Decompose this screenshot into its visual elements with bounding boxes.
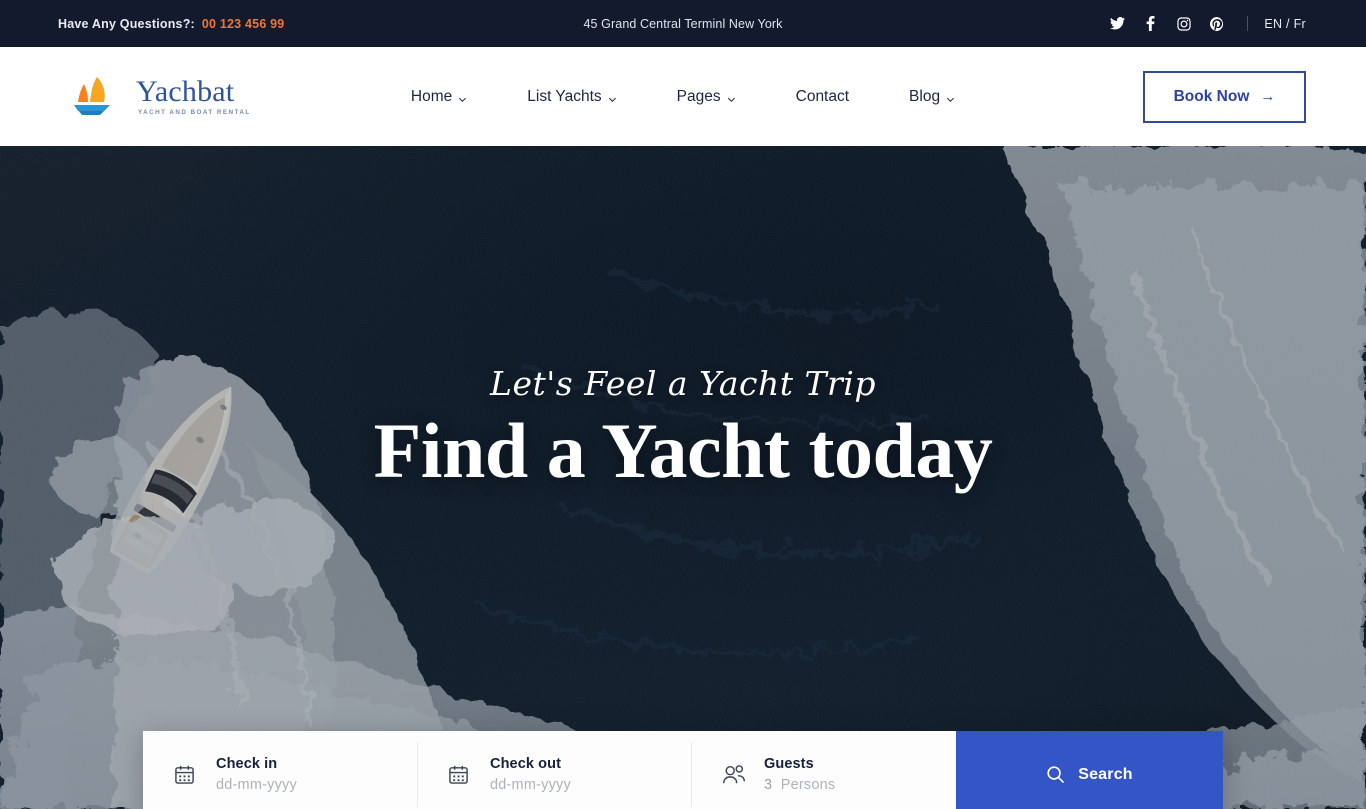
check-in-label: Check in	[216, 756, 278, 772]
check-in-input[interactable]: dd-mm-yyyy	[216, 777, 297, 793]
calendar-icon	[174, 764, 199, 785]
topbar-divider	[1247, 16, 1249, 31]
hero-title: Find a Yacht today	[373, 407, 993, 494]
guests-field[interactable]: Guests 3 Persons	[691, 731, 956, 809]
site-header: Yachbat YACHT AND BOAT RENTAL Home List …	[0, 47, 1366, 146]
nav-item-list-yachts[interactable]: List Yachts	[497, 88, 646, 106]
nav-label: Home	[410, 87, 453, 105]
office-address: 45 Grand Central Terminl New York	[583, 16, 783, 31]
hero-subtitle: Let's Feel a Yacht Trip	[490, 364, 876, 403]
chevron-down-icon	[946, 91, 955, 103]
language-switcher[interactable]: EN / Fr	[1264, 17, 1306, 31]
logo-wordmark: Yachbat	[136, 74, 235, 108]
book-now-button[interactable]: Book Now →	[1143, 70, 1306, 123]
nav-item-blog[interactable]: Blog	[879, 88, 985, 106]
pinterest-icon[interactable]	[1200, 12, 1233, 36]
sailboat-icon	[60, 71, 132, 123]
users-icon	[722, 764, 747, 785]
chevron-down-icon	[608, 91, 617, 103]
phone-number-link[interactable]: 00 123 456 99	[202, 17, 285, 31]
nav-label: Contact	[795, 87, 850, 105]
arrow-right-icon: →	[1260, 88, 1276, 105]
facebook-icon[interactable]	[1134, 12, 1167, 36]
search-icon	[1046, 765, 1065, 784]
twitter-icon[interactable]	[1101, 12, 1134, 36]
hero-content: Let's Feel a Yacht Trip Find a Yacht tod…	[0, 146, 1366, 809]
booking-search-bar: Check in dd-mm-yyyy Check out dd-mm-yyyy	[143, 731, 1223, 809]
contact-question: Have Any Questions?: 00 123 456 99	[58, 17, 284, 31]
questions-label: Have Any Questions?:	[58, 16, 195, 31]
topbar-right-group: EN / Fr	[1101, 12, 1306, 36]
guests-unit: Persons	[780, 777, 836, 793]
nav-item-home[interactable]: Home	[381, 88, 497, 106]
search-button-label: Search	[1078, 765, 1133, 783]
logo-tagline: YACHT AND BOAT RENTAL	[138, 108, 251, 116]
check-out-input[interactable]: dd-mm-yyyy	[490, 777, 571, 793]
hero-section: Let's Feel a Yacht Trip Find a Yacht tod…	[0, 146, 1366, 809]
check-out-label: Check out	[490, 756, 561, 772]
nav-item-pages[interactable]: Pages	[647, 88, 766, 106]
check-in-field[interactable]: Check in dd-mm-yyyy	[143, 731, 417, 809]
nav-item-contact[interactable]: Contact	[766, 88, 879, 106]
instagram-icon[interactable]	[1167, 12, 1200, 36]
nav-label: List Yachts	[527, 87, 602, 105]
nav-label: Blog	[909, 87, 941, 105]
top-bar: Have Any Questions?: 00 123 456 99 45 Gra…	[0, 0, 1366, 47]
site-logo[interactable]: Yachbat YACHT AND BOAT RENTAL	[60, 71, 251, 123]
search-button[interactable]: Search	[956, 731, 1223, 809]
guests-count: 3	[764, 777, 773, 793]
check-out-field[interactable]: Check out dd-mm-yyyy	[417, 731, 691, 809]
main-navigation: Home List Yachts Pages Contact Blog	[381, 88, 985, 106]
chevron-down-icon	[458, 91, 467, 103]
nav-label: Pages	[676, 87, 721, 105]
calendar-icon	[448, 764, 473, 785]
chevron-down-icon	[727, 91, 736, 103]
guests-value[interactable]: 3 Persons	[764, 777, 835, 793]
book-now-label: Book Now	[1173, 87, 1250, 105]
guests-label: Guests	[764, 756, 814, 772]
